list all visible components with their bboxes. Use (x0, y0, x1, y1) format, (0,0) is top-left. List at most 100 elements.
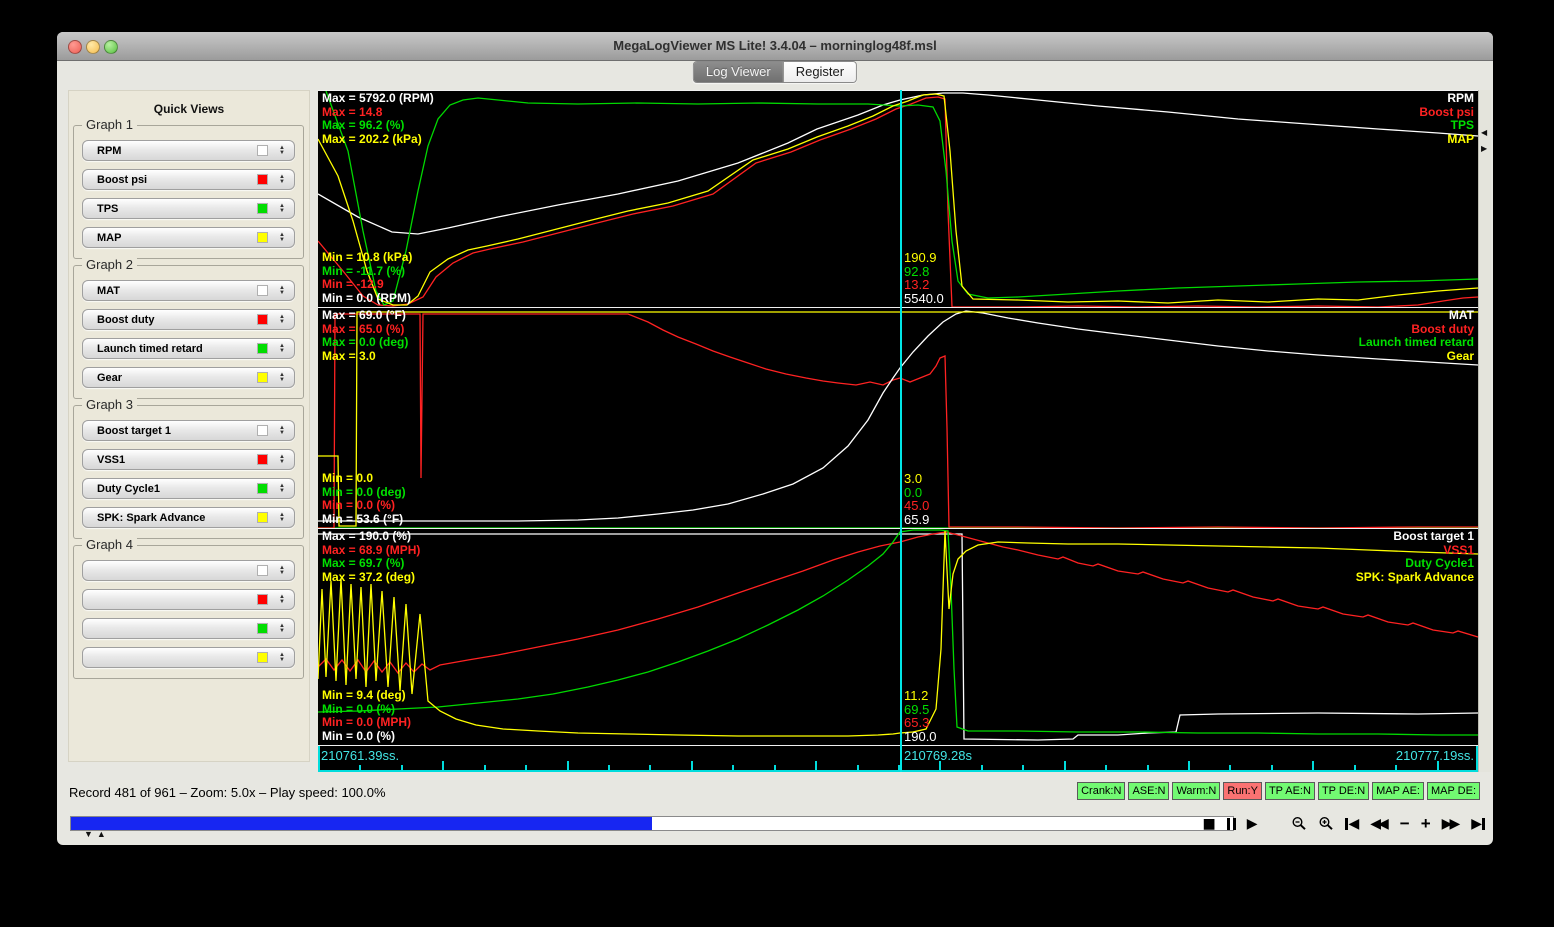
skip-to-start-button[interactable]: ◀ (1345, 817, 1359, 831)
max-values-line: Max = 202.2 (kPa) (322, 131, 422, 146)
time-tick (1312, 761, 1314, 770)
channel-dropdown[interactable]: Duty Cycle1 ▲ ▼ (82, 478, 295, 499)
max-values-line: Max = 69.0 (°F) (322, 308, 406, 322)
tab-register[interactable]: Register (782, 62, 857, 82)
time-tick (981, 765, 983, 770)
channel-color-chip (257, 174, 268, 185)
series-line-duty-cycle1 (318, 529, 1478, 736)
step-back-button[interactable]: − (1400, 815, 1410, 832)
pause-button[interactable] (1226, 818, 1236, 830)
title-bar[interactable]: MegaLogViewer MS Lite! 3.4.04 – morningl… (57, 32, 1493, 61)
graph-panel-2[interactable]: Max = 69.0 (°F) Max = 65.0 (%) Max = 0.0 (… (318, 307, 1478, 528)
cursor-values-line: 65.9 (904, 511, 930, 527)
stop-button[interactable]: ■ (1202, 817, 1215, 831)
cursor-values-line: 190.0 (904, 728, 937, 744)
zoom-out-button[interactable] (1291, 816, 1307, 832)
channel-dropdown-value: Boost target 1 (97, 424, 171, 437)
series-line-spk-spark-advance (318, 530, 1478, 737)
status-badge-mapde: MAP DE: (1426, 782, 1480, 800)
status-badge-crankn: Crank:N (1077, 782, 1126, 800)
graph-panel-3[interactable]: Max = 190.0 (%) Max = 68.9 (MPH) Max = 69.… (318, 528, 1478, 745)
dropdown-stepper-icon[interactable]: ▲ ▼ (276, 232, 288, 243)
dropdown-stepper-icon[interactable]: ▲ ▼ (276, 314, 288, 325)
max-values-line: Max = 96.2 (%) (322, 118, 405, 132)
channel-dropdown[interactable]: MAP ▲ ▼ (82, 227, 295, 248)
channel-dropdown[interactable]: TPS ▲ ▼ (82, 198, 295, 219)
dropdown-stepper-icon[interactable]: ▲ ▼ (276, 372, 288, 383)
max-values: Max = 5792.0 (RPM) Max = 14.8 Max = 96.2 (… (322, 91, 434, 146)
dropdown-stepper-icon[interactable]: ▲ ▼ (276, 512, 288, 523)
channel-dropdown[interactable]: MAT ▲ ▼ (82, 280, 295, 301)
legend-line: SPK: Spark Advance (1355, 569, 1474, 584)
tab-log-viewer[interactable]: Log Viewer (693, 62, 783, 82)
time-tick (857, 765, 859, 770)
status-badge-warmn: Warm:N (1172, 782, 1221, 800)
skip-to-end-button[interactable]: ▶ (1471, 817, 1485, 831)
step-forward-button[interactable]: + (1421, 815, 1431, 832)
min-values-line: Min = -12.9 (322, 277, 384, 291)
dropdown-stepper-icon[interactable]: ▲ ▼ (276, 623, 288, 634)
max-values-line: Max = 65.0 (%) (322, 321, 405, 336)
legend-line: Boost psi (1419, 104, 1474, 119)
channel-dropdown-value: Duty Cycle1 (97, 482, 160, 495)
splitter-expand-right-icon[interactable]: ▶ (1481, 144, 1487, 153)
min-values-line: Min = 10.8 (kPa) (322, 250, 413, 264)
channel-color-chip (257, 652, 268, 663)
play-button[interactable]: ▶ (1247, 817, 1258, 831)
dropdown-stepper-icon[interactable]: ▲ ▼ (276, 145, 288, 156)
fast-forward-button[interactable]: ▶▶ (1442, 817, 1461, 831)
playback-cursor-line[interactable] (900, 90, 902, 772)
channel-dropdown[interactable]: ▲ ▼ (82, 589, 295, 610)
graphs-region: Max = 5792.0 (RPM) Max = 14.8 Max = 96.2 (… (318, 90, 1478, 772)
series-line-boost-target-1 (318, 533, 1478, 741)
channel-dropdown[interactable]: VSS1 ▲ ▼ (82, 449, 295, 470)
channel-dropdown[interactable]: Boost target 1 ▲ ▼ (82, 420, 295, 441)
legend-line: Boost duty (1411, 321, 1474, 336)
time-axis-left-edge (318, 746, 320, 772)
dropdown-stepper-icon[interactable]: ▲ ▼ (276, 565, 288, 576)
time-tick (732, 765, 734, 770)
dropdown-stepper-icon[interactable]: ▲ ▼ (276, 174, 288, 185)
min-values-line: Min = 0.0 (%) (322, 728, 396, 743)
channel-color-chip (257, 372, 268, 383)
channel-dropdown[interactable]: Boost duty ▲ ▼ (82, 309, 295, 330)
dropdown-stepper-icon[interactable]: ▲ ▼ (276, 483, 288, 494)
legend-line: MAT (1448, 308, 1474, 322)
dropdown-stepper-icon[interactable]: ▲ ▼ (276, 425, 288, 436)
min-values-line: Min = 53.6 (°F) (322, 511, 404, 526)
channel-dropdown[interactable]: ▲ ▼ (82, 618, 295, 639)
channel-dropdown[interactable]: Launch timed retard ▲ ▼ (82, 338, 295, 359)
channel-dropdown[interactable]: ▲ ▼ (82, 560, 295, 581)
dropdown-stepper-icon[interactable]: ▲ ▼ (276, 285, 288, 296)
graph-panel-1[interactable]: Max = 5792.0 (RPM) Max = 14.8 Max = 96.2 (… (318, 90, 1478, 307)
group-label: Graph 2 (82, 257, 137, 272)
zoom-in-button[interactable] (1318, 816, 1334, 832)
channel-color-chip (257, 343, 268, 354)
cursor-values-line: 5540.0 (904, 290, 944, 306)
dropdown-stepper-icon[interactable]: ▲ ▼ (276, 454, 288, 465)
status-badge-runy: Run:Y (1223, 782, 1262, 800)
channel-dropdown[interactable]: ▲ ▼ (82, 647, 295, 668)
time-axis-baseline (318, 770, 1478, 772)
channel-dropdown[interactable]: Boost psi ▲ ▼ (82, 169, 295, 190)
splitter-collapse-left-icon[interactable]: ◀ (1481, 128, 1487, 137)
dropdown-stepper-icon[interactable]: ▲ ▼ (276, 203, 288, 214)
status-badge-mapae: MAP AE: (1372, 782, 1424, 800)
rewind-button[interactable]: ◀◀ (1370, 817, 1389, 831)
time-tick (1064, 761, 1066, 770)
playback-progress-bar[interactable] (70, 816, 1234, 831)
channel-dropdown-value: MAP (97, 231, 122, 244)
max-values-line: Max = 14.8 (322, 104, 383, 119)
dropdown-stepper-icon[interactable]: ▲ ▼ (276, 343, 288, 354)
channel-dropdown[interactable]: SPK: Spark Advance ▲ ▼ (82, 507, 295, 528)
channel-dropdown[interactable]: RPM ▲ ▼ (82, 140, 295, 161)
window-title: MegaLogViewer MS Lite! 3.4.04 – morningl… (613, 38, 937, 53)
time-tick (1188, 761, 1190, 770)
cursor-values-line: 11.2 (904, 688, 929, 703)
cursor-values-line: 13.2 (904, 277, 930, 292)
dropdown-stepper-icon[interactable]: ▲ ▼ (276, 652, 288, 663)
channel-dropdown[interactable]: Gear ▲ ▼ (82, 367, 295, 388)
time-tick (401, 765, 403, 770)
dropdown-stepper-icon[interactable]: ▲ ▼ (276, 594, 288, 605)
channel-dropdown-value: SPK: Spark Advance (97, 511, 206, 524)
